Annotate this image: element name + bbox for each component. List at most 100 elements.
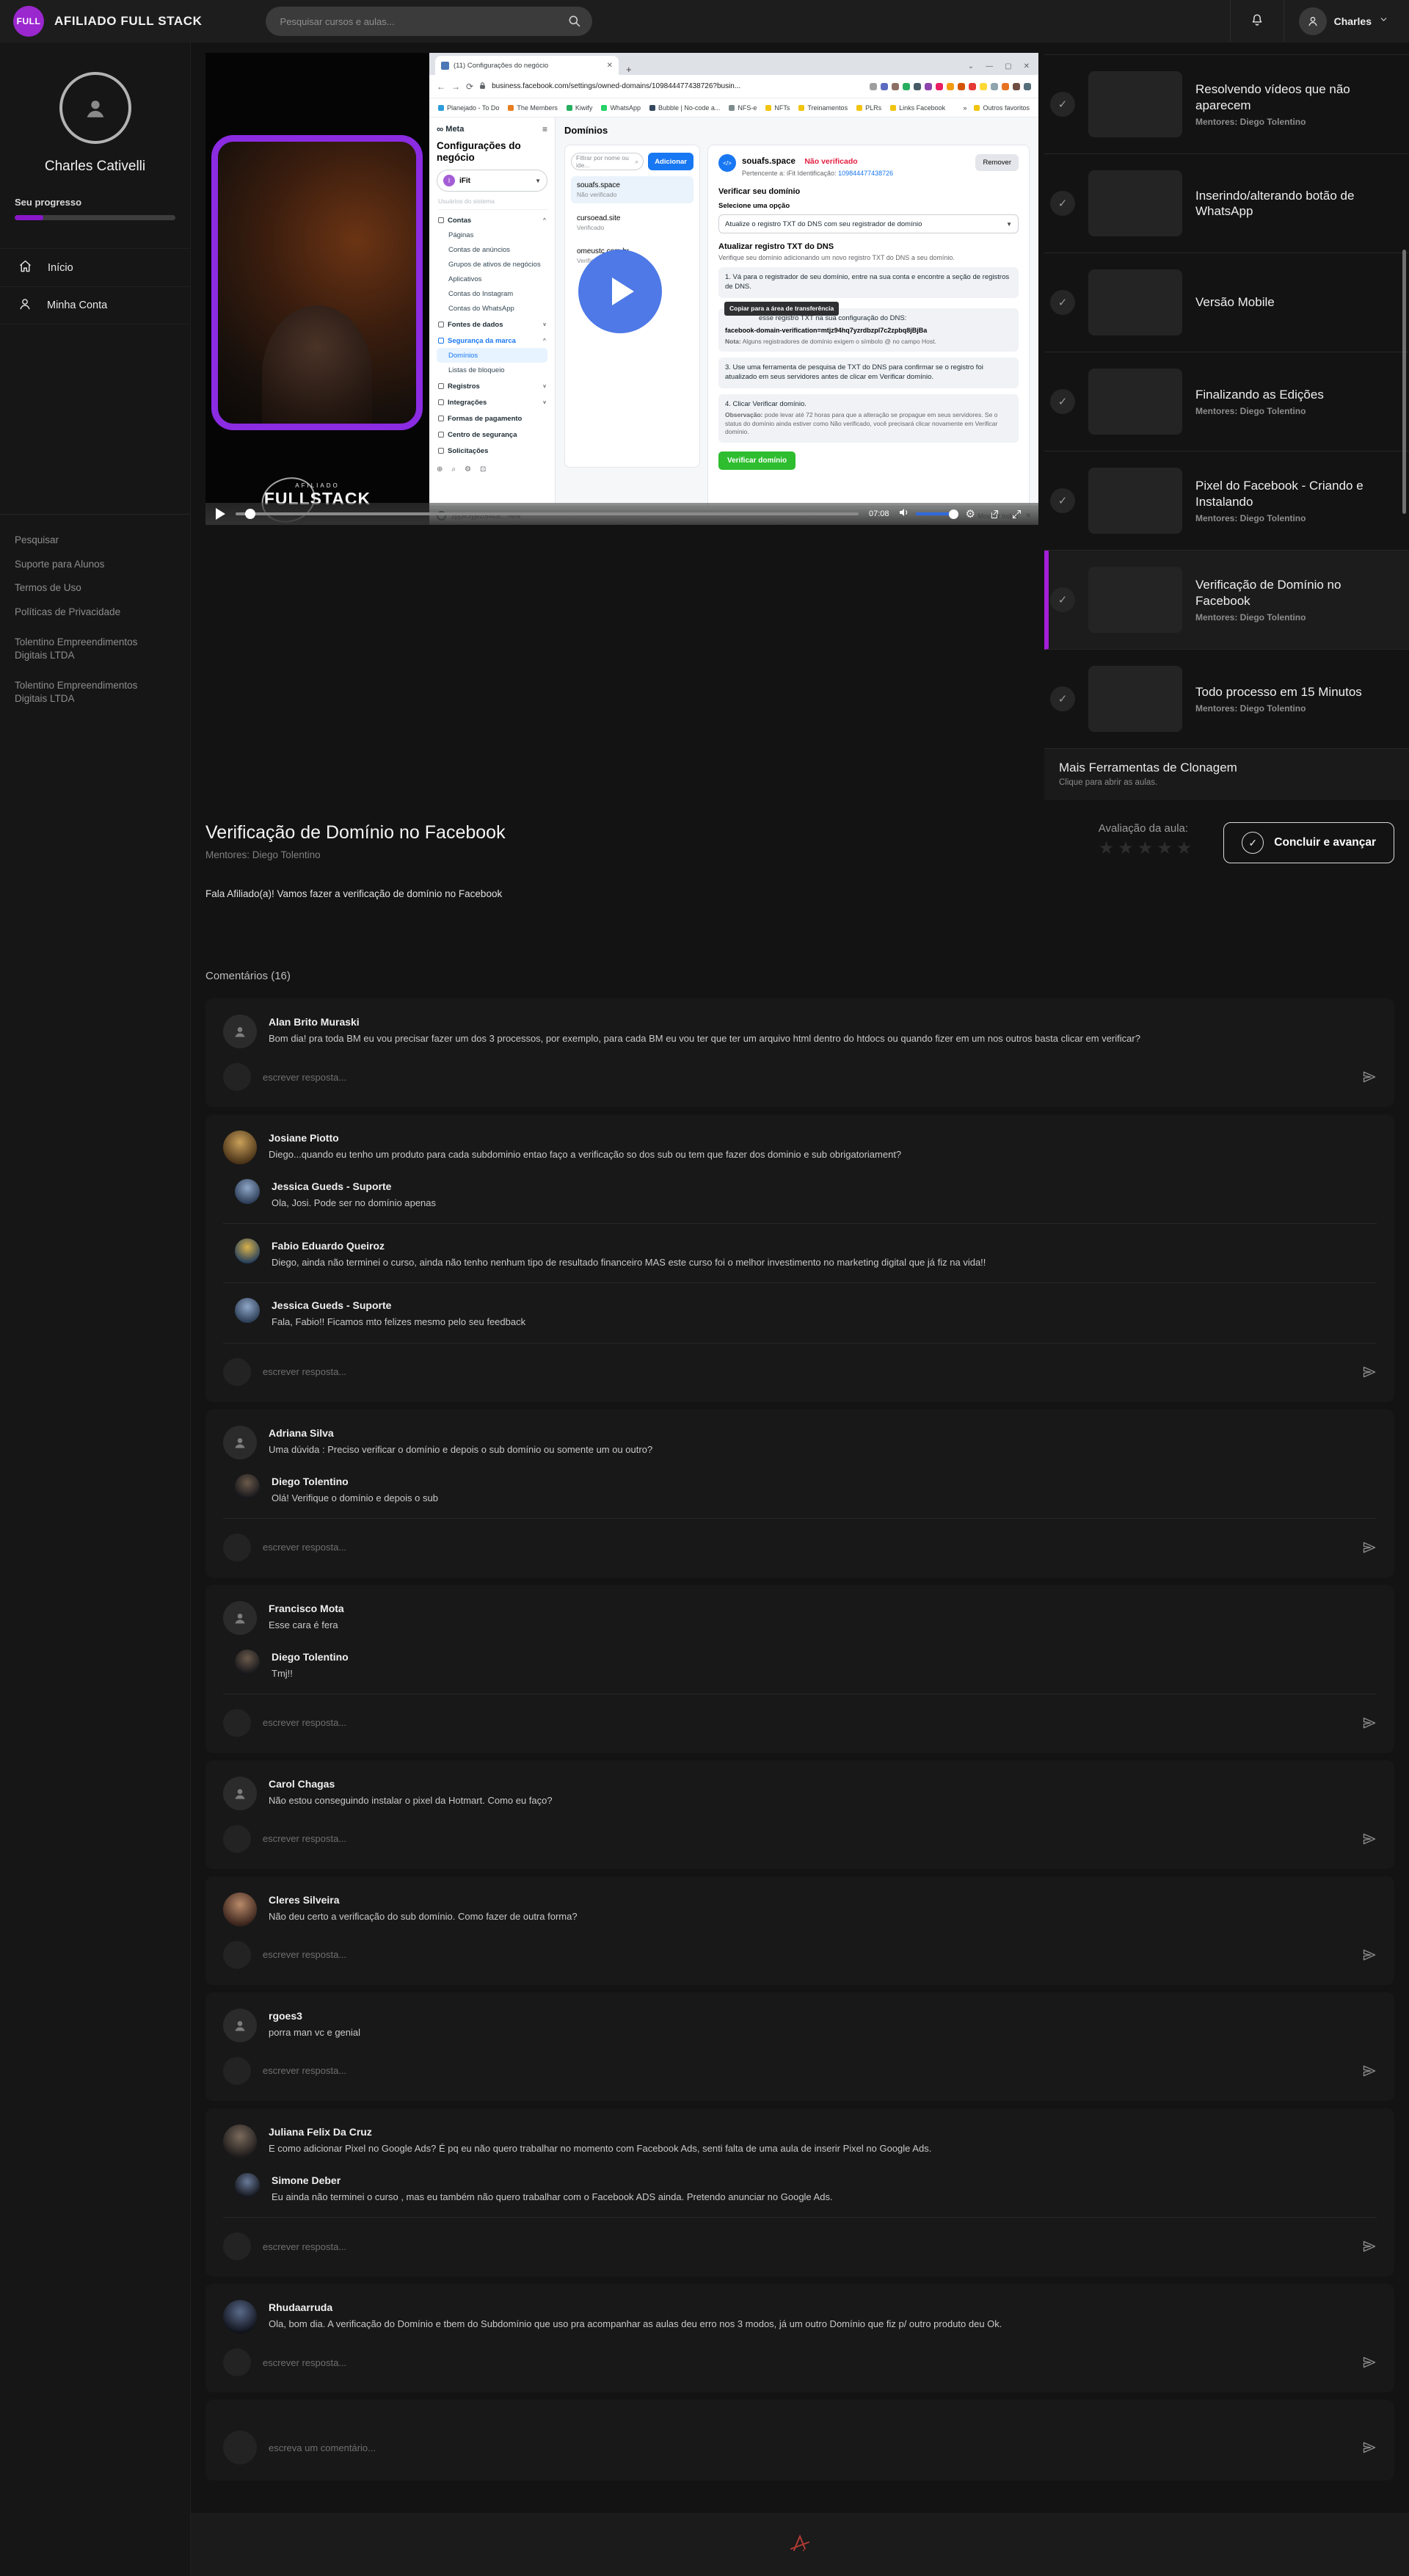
seek-bar[interactable] <box>236 512 859 515</box>
send-icon[interactable] <box>1362 2064 1377 2078</box>
play-button[interactable] <box>216 508 225 520</box>
volume-knob[interactable] <box>949 509 958 519</box>
comment-body: Alan Brito MuraskiBom dia! pra toda BM e… <box>269 1015 1140 1048</box>
notifications-button[interactable] <box>1231 0 1284 43</box>
send-icon[interactable] <box>1362 2355 1377 2370</box>
fb-nav-icon <box>438 448 444 454</box>
commenter-name: Cleres Silveira <box>269 1893 578 1906</box>
lesson-item-title: Finalizando as Edições <box>1195 387 1324 402</box>
share-icon[interactable] <box>989 509 1000 520</box>
profile-avatar[interactable] <box>59 72 131 144</box>
url-text: business.facebook.com/settings/owned-dom… <box>492 82 740 90</box>
lesson-item-mentor: Mentores: Diego Tolentino <box>1195 612 1399 623</box>
lesson-item[interactable]: ✓Verificação de Domínio no FacebookMento… <box>1044 551 1409 650</box>
sidebar-link[interactable]: Termos de Uso <box>15 581 175 595</box>
commenter-avatar <box>223 2300 257 2334</box>
search-icon[interactable] <box>568 15 580 31</box>
sidebar-company-link[interactable]: Tolentino Empreendimentos Digitais LTDA <box>15 636 169 661</box>
fb-nav-label: Contas do Instagram <box>448 290 513 298</box>
sidebar-item-minha-conta[interactable]: Minha Conta <box>0 286 190 324</box>
more-lessons-section[interactable]: Mais Ferramentas de Clonagem Clique para… <box>1044 749 1409 800</box>
play-overlay-button[interactable] <box>578 250 662 333</box>
send-icon[interactable] <box>1362 1716 1377 1730</box>
comment-text: Diego...quando eu tenho um produto para … <box>269 1148 901 1161</box>
fb-nav-label: Contas de anúncios <box>448 246 510 254</box>
bookmarks-bar: Planejado - To DoThe MembersKiwifyWhatsA… <box>429 98 1038 117</box>
fb-nav-icon <box>438 322 444 327</box>
app-logo[interactable]: FULL <box>13 6 44 37</box>
reply-input[interactable]: escrever resposta... <box>263 1072 1350 1083</box>
complete-button-label: Concluir e avançar <box>1274 836 1376 849</box>
lessons-scrollbar[interactable] <box>1402 250 1406 514</box>
lesson-item-title: Versão Mobile <box>1195 294 1275 310</box>
fullscreen-icon[interactable] <box>1011 509 1022 520</box>
lesson-item[interactable]: ✓Resolvendo vídeos que não aparecemMento… <box>1044 55 1409 154</box>
comment-card: Cleres SilveiraNão deu certo a verificaç… <box>205 1876 1394 1985</box>
lesson-completed-icon: ✓ <box>1050 686 1075 711</box>
send-icon[interactable] <box>1362 1365 1377 1379</box>
bookmark-label: PLRs <box>865 104 881 112</box>
comment: Carol ChagasNão estou conseguindo instal… <box>223 1777 1377 1810</box>
fb-nav-label: Segurança da marca <box>448 337 516 345</box>
reply-input[interactable]: escrever resposta... <box>263 1833 1350 1844</box>
volume-icon[interactable] <box>898 507 910 522</box>
comment: Josiane PiottoDiego...quando eu tenho um… <box>223 1131 1377 1164</box>
fb-nav-contas-do-instagram: Contas do Instagram <box>437 286 547 301</box>
sidebar-item-início[interactable]: Início <box>0 248 190 286</box>
sidebar-link[interactable]: Pesquisar <box>15 534 175 547</box>
volume-slider[interactable] <box>916 512 954 515</box>
comment-card: Josiane PiottoDiego...quando eu tenho um… <box>205 1114 1394 1402</box>
settings-gear-icon[interactable]: ⚙ <box>966 507 975 520</box>
user-menu[interactable]: Charles <box>1284 0 1409 43</box>
video-player: AFILIADO FULLSTACK (11) Configurações do… <box>205 53 1038 525</box>
reply-input[interactable]: escrever resposta... <box>263 2357 1350 2368</box>
step-1: 1. Vá para o registrador de seu domínio,… <box>718 267 1019 298</box>
reply-avatar <box>223 1941 251 1969</box>
reply-input[interactable]: escrever resposta... <box>263 2241 1350 2252</box>
commenter-name: Francisco Mota <box>269 1601 344 1614</box>
folder-icon <box>974 105 980 111</box>
send-icon[interactable] <box>1362 1540 1377 1555</box>
home-icon <box>18 258 33 277</box>
user-name: Charles <box>1334 15 1372 27</box>
sidebar-nav: InícioMinha Conta <box>0 248 190 324</box>
comment-text: Tmj!! <box>272 1667 349 1680</box>
refresh-icon: ⟳ <box>466 81 473 92</box>
lesson-item-mentor: Mentores: Diego Tolentino <box>1195 117 1399 127</box>
note-line: Nota: Alguns registradores de domínio ex… <box>725 338 1012 346</box>
send-icon[interactable] <box>1362 2239 1377 2254</box>
reply-avatar <box>223 2057 251 2085</box>
lesson-item[interactable]: ✓Inserindo/alterando botão de WhatsApp <box>1044 154 1409 253</box>
rating-stars[interactable]: ★★★★★ <box>1099 838 1196 859</box>
reply-input[interactable]: escrever resposta... <box>263 1542 1350 1553</box>
send-icon[interactable] <box>1362 1832 1377 1846</box>
reply-input[interactable]: escrever resposta... <box>263 1949 1350 1960</box>
seek-knob[interactable] <box>245 509 255 519</box>
reply-input[interactable]: escrever resposta... <box>263 2065 1350 2076</box>
reply-input[interactable]: escrever resposta... <box>263 1717 1350 1728</box>
complete-button[interactable]: ✓ Concluir e avançar <box>1223 822 1394 863</box>
comment-body: Simone DeberEu ainda não terminei o curs… <box>272 2173 833 2204</box>
send-icon[interactable] <box>1362 1070 1377 1084</box>
send-icon[interactable] <box>1362 1948 1377 1962</box>
fb-nav-label: Contas <box>448 217 471 225</box>
lesson-item[interactable]: ✓Todo processo em 15 MinutosMentores: Di… <box>1044 650 1409 749</box>
lesson-text: Pixel do Facebook - Criando e Instalando… <box>1195 478 1399 523</box>
lesson-item[interactable]: ✓Pixel do Facebook - Criando e Instaland… <box>1044 451 1409 551</box>
reply-input[interactable]: escrever resposta... <box>263 1366 1350 1377</box>
commenter-avatar <box>223 2125 257 2158</box>
send-icon[interactable] <box>1362 2440 1377 2455</box>
bookmark-label: NFTs <box>774 104 790 112</box>
step-4: 4. Clicar Verificar domínio. Observação:… <box>718 394 1019 443</box>
lesson-item[interactable]: ✓Versão Mobile <box>1044 253 1409 352</box>
search-input[interactable] <box>266 7 592 36</box>
comment-card: Francisco MotaEsse cara é feraDiego Tole… <box>205 1585 1394 1753</box>
lesson-item-title: Resolvendo vídeos que não aparecem <box>1195 81 1399 113</box>
sidebar-company-link[interactable]: Tolentino Empreendimentos Digitais LTDA <box>15 679 169 705</box>
sidebar-link[interactable]: Políticas de Privacidade <box>15 606 175 619</box>
comment-divider <box>223 1518 1377 1519</box>
sidebar-link[interactable]: Suporte para Alunos <box>15 558 175 571</box>
lesson-item[interactable]: ✓Finalizando as EdiçõesMentores: Diego T… <box>1044 352 1409 451</box>
bookmark-label: Planejado - To Do <box>447 104 499 112</box>
new-comment-input[interactable]: escreva um comentário... <box>269 2442 1350 2453</box>
